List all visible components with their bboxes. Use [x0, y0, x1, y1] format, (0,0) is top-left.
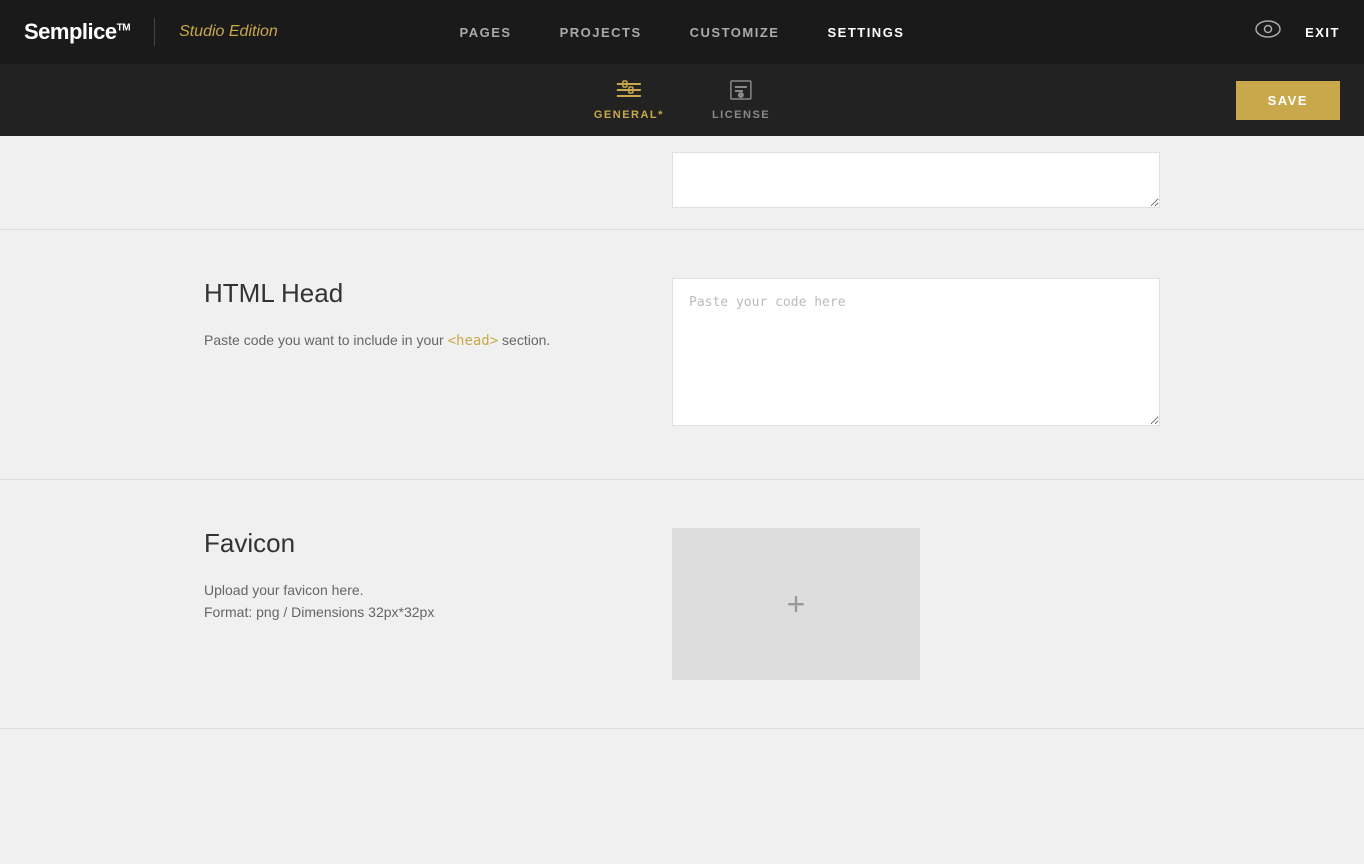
preview-icon[interactable]: [1255, 20, 1281, 44]
favicon-desc-line2: Format: png / Dimensions 32px*32px: [204, 604, 434, 620]
logo-area: SempliceTM Studio Edition: [24, 18, 278, 46]
exit-button[interactable]: EXIT: [1305, 25, 1340, 40]
tab-general[interactable]: GENERAL*: [594, 79, 664, 121]
nav-pages[interactable]: PAGES: [460, 25, 512, 40]
favicon-upload-button[interactable]: +: [672, 528, 920, 680]
nav-links: PAGES PROJECTS CUSTOMIZE SETTINGS: [460, 25, 905, 40]
nav-projects[interactable]: PROJECTS: [560, 25, 642, 40]
html-head-description: Paste code you want to include in your <…: [204, 329, 624, 352]
general-icon: [615, 79, 643, 105]
html-head-section: HTML Head Paste code you want to include…: [0, 230, 1364, 480]
tab-license-label: LICENSE: [712, 109, 770, 121]
html-head-left: HTML Head Paste code you want to include…: [204, 278, 624, 431]
nav-customize[interactable]: CUSTOMIZE: [690, 25, 780, 40]
main-content: HTML Head Paste code you want to include…: [0, 136, 1364, 729]
settings-navigation: GENERAL* LICENSE SAVE: [0, 64, 1364, 136]
tab-general-label: GENERAL*: [594, 109, 664, 121]
html-head-title: HTML Head: [204, 278, 624, 309]
favicon-right: +: [672, 528, 1160, 680]
logo: SempliceTM: [24, 19, 130, 45]
favicon-section: Favicon Upload your favicon here. Format…: [0, 480, 1364, 729]
nav-settings[interactable]: SETTINGS: [827, 25, 904, 40]
studio-edition-label: Studio Edition: [179, 23, 278, 41]
settings-tabs: GENERAL* LICENSE: [594, 79, 770, 121]
html-head-layout: HTML Head Paste code you want to include…: [204, 278, 1160, 431]
html-head-desc-prefix: Paste code you want to include in your: [204, 332, 448, 348]
html-head-right: [672, 278, 1160, 431]
nav-right: EXIT: [1255, 20, 1340, 44]
tab-license[interactable]: LICENSE: [712, 79, 770, 121]
html-head-desc-suffix: section.: [498, 332, 550, 348]
html-head-textarea[interactable]: [672, 278, 1160, 426]
top-navigation: SempliceTM Studio Edition PAGES PROJECTS…: [0, 0, 1364, 64]
logo-tm: TM: [117, 23, 130, 34]
favicon-layout: Favicon Upload your favicon here. Format…: [204, 528, 1160, 680]
html-head-code-tag: <head>: [448, 333, 499, 349]
top-code-textarea[interactable]: [672, 152, 1160, 208]
favicon-desc-line1: Upload your favicon here.: [204, 582, 364, 598]
save-button[interactable]: SAVE: [1236, 81, 1340, 120]
favicon-description: Upload your favicon here. Format: png / …: [204, 579, 624, 624]
favicon-left: Favicon Upload your favicon here. Format…: [204, 528, 624, 680]
plus-icon: +: [787, 586, 806, 623]
logo-divider: [154, 18, 155, 46]
favicon-title: Favicon: [204, 528, 624, 559]
license-icon: [727, 79, 755, 105]
